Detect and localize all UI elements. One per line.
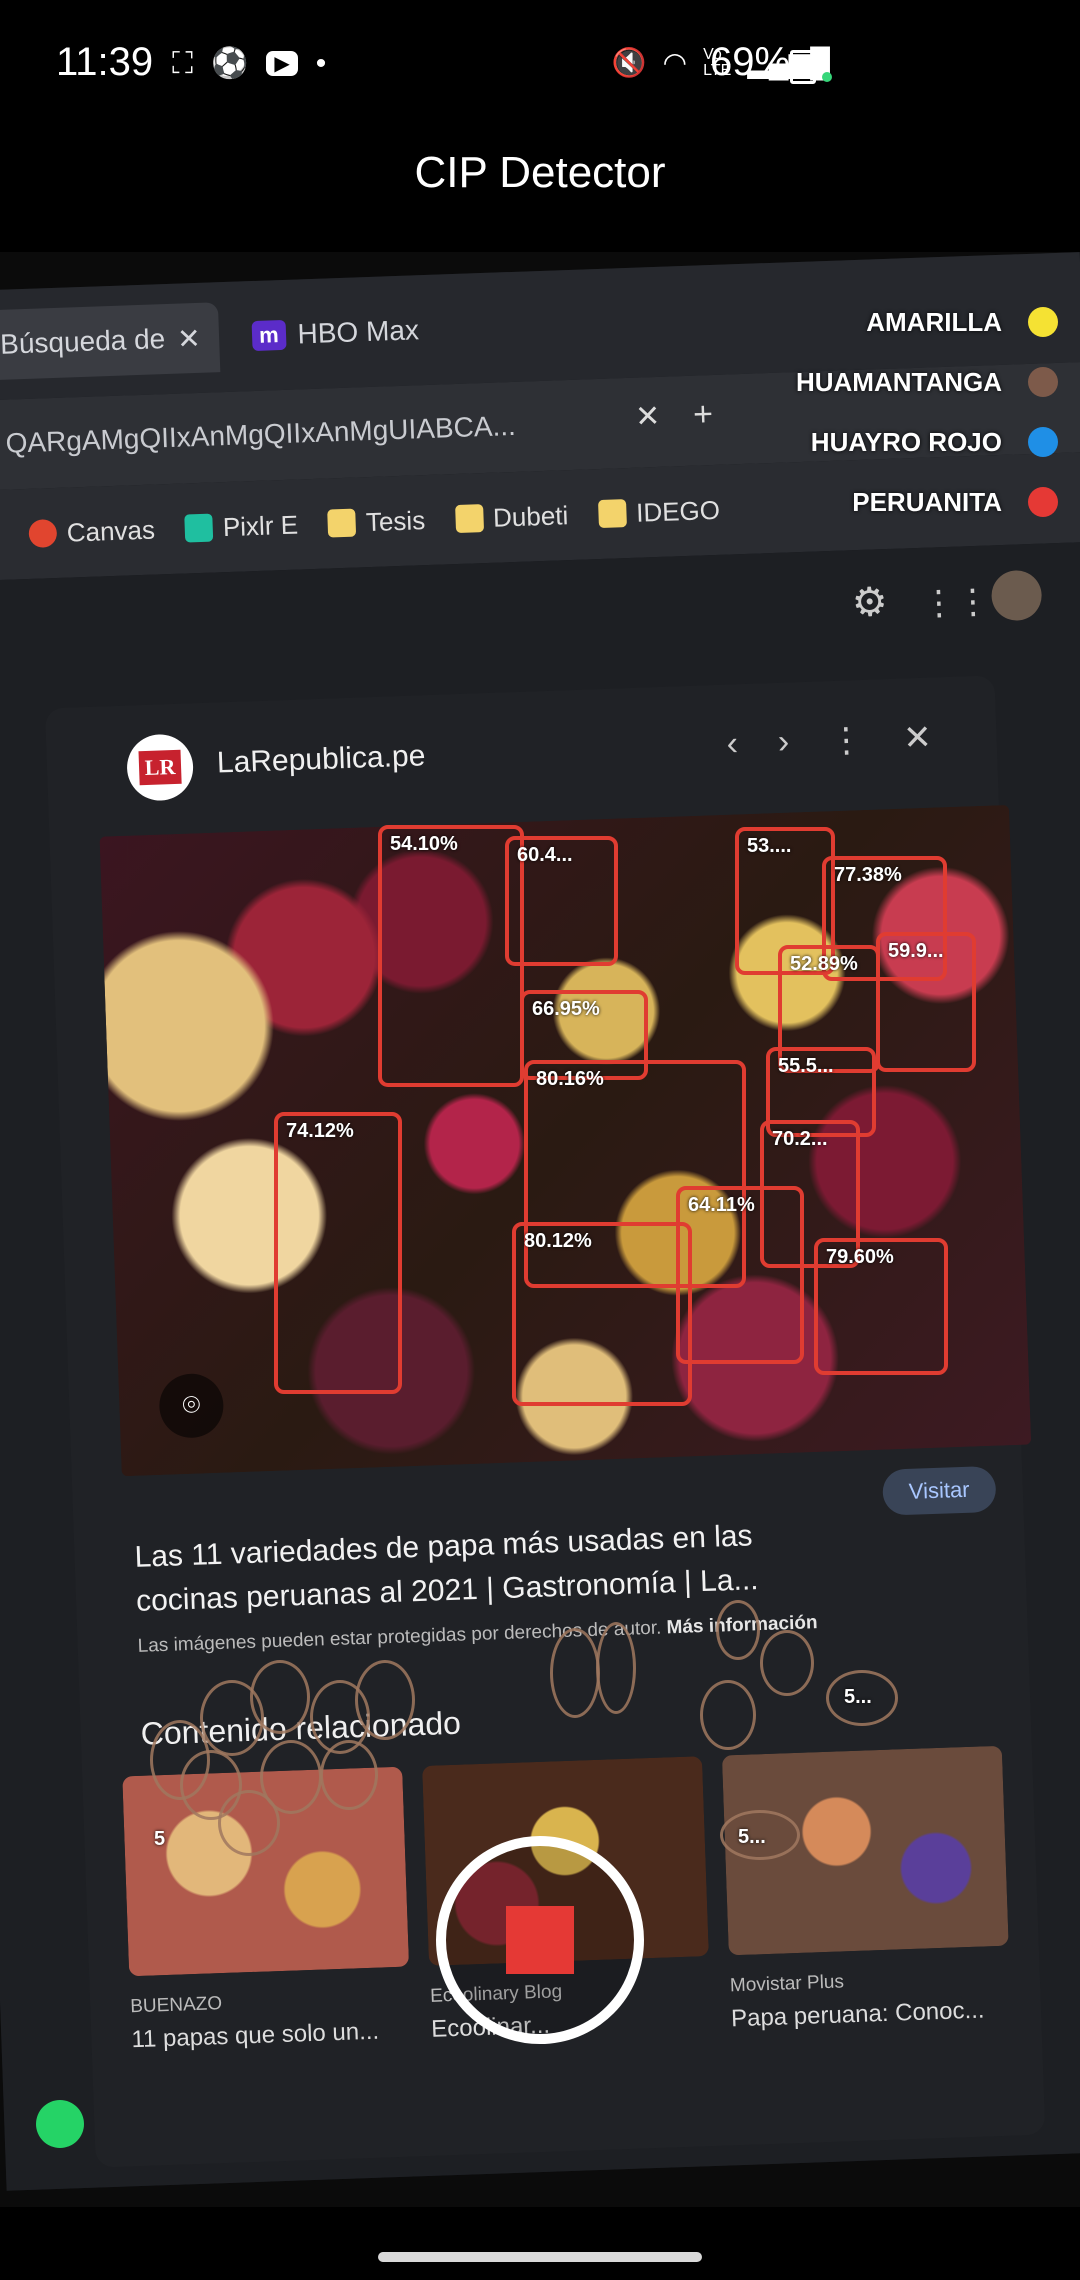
pixlr-icon [184, 513, 214, 543]
apps-grid-icon: ⋮⋮ [921, 582, 991, 623]
result-source: LaRepublica.pe [216, 739, 426, 780]
related-title: Papa peruana: Conoc... [730, 1996, 985, 2033]
lens-icon: ⌾ [158, 1372, 225, 1439]
detection-confidence: 55.5... [778, 1055, 834, 1077]
legend-color-dot [1028, 427, 1058, 457]
legend-item-amarilla: AMARILLA [796, 292, 1058, 352]
bookmark-dubeti: Dubeti [454, 500, 569, 535]
folder-icon [454, 504, 484, 534]
mute-icon: 🔇 [611, 47, 647, 78]
detection-confidence: 80.16% [536, 1068, 604, 1090]
new-tab-icon: + [692, 395, 714, 434]
hbo-icon: m [251, 319, 287, 352]
detection-confidence: 59.9... [888, 940, 944, 962]
legend-item-peruanita: PERUANITA [796, 472, 1058, 532]
battery-icon [790, 50, 816, 84]
detection-ghost [760, 1630, 814, 1696]
detection-confidence: 77.38% [834, 864, 902, 886]
detection-confidence: 60.4... [517, 844, 573, 866]
legend-color-dot [1028, 487, 1058, 517]
chevron-left-icon: ‹ [725, 724, 739, 763]
bookmark-pixlr: Pixlr E [184, 509, 298, 544]
detection-ghost [250, 1660, 310, 1734]
detection-ghost [355, 1660, 415, 1740]
avatar [990, 569, 1043, 622]
dot-icon: • [315, 46, 327, 80]
class-legend: AMARILLA HUAMANTANGA HUAYRO ROJO PERUANI… [796, 292, 1058, 532]
larepublica-logo-icon [125, 733, 195, 802]
detection-ghost [320, 1740, 378, 1810]
more-vert-icon: ⋮ [828, 720, 864, 761]
detection-box: 54.10% [378, 825, 524, 1087]
status-time: 11:39 [56, 40, 154, 84]
detection-ghost [716, 1600, 760, 1660]
detection-box: 79.60% [814, 1238, 948, 1375]
folder-icon [597, 499, 627, 529]
folder-icon [327, 508, 357, 538]
chevron-right-icon: › [777, 722, 790, 761]
tab-busqueda: Búsqueda de ✕ [0, 302, 220, 381]
related-source: BUENAZO [129, 1993, 223, 2018]
detection-confidence: 66.95% [532, 998, 600, 1020]
detection-confidence: 79.60% [826, 1246, 894, 1268]
detection-confidence: 70.2... [772, 1128, 828, 1150]
detection-ghost-label: 5 [154, 1828, 166, 1850]
detection-box: 64.11% [676, 1186, 804, 1364]
canvas-icon [28, 518, 58, 548]
home-indicator[interactable] [378, 2252, 702, 2262]
detection-confidence: 64.11% [688, 1194, 755, 1216]
stop-icon [506, 1906, 574, 1974]
app-title: CIP Detector [414, 148, 666, 197]
detection-ghost [218, 1790, 280, 1856]
bookmark-idego: IDEGO [597, 494, 721, 529]
panel-nav: ‹ › ⋮ ✕ [726, 718, 932, 765]
related-source: Movistar Plus [729, 1971, 845, 1997]
url-text: QARgAMgQIIxAnMgQIIxAnMgUIABCA... [5, 409, 517, 459]
detection-confidence: 74.12% [286, 1120, 354, 1142]
bookmark-tesis: Tesis [327, 505, 426, 539]
detection-ghost [550, 1628, 600, 1718]
detection-confidence: 80.12% [524, 1230, 592, 1252]
detection-ghost-label: 5... [844, 1686, 872, 1708]
detection-box: 80.12% [512, 1222, 692, 1406]
legend-color-dot [1028, 307, 1058, 337]
wifi-icon: ◠ [662, 47, 688, 78]
stop-recording-button[interactable] [436, 1836, 644, 2044]
detection-confidence: 54.10% [390, 833, 458, 855]
detection-ghost-label: 5... [738, 1826, 766, 1848]
detection-box: 74.12% [274, 1112, 402, 1394]
legend-color-dot [1028, 367, 1058, 397]
close-tab-icon: ✕ [176, 322, 202, 355]
legend-item-huayro-rojo: HUAYRO ROJO [796, 412, 1058, 472]
youtube-icon: ▶ [266, 51, 298, 76]
camera-in-use-indicator [822, 72, 832, 82]
screenshot-icon: ⛶ [172, 46, 193, 80]
visit-button: Visitar [882, 1465, 997, 1516]
bookmark-canvas: Canvas [28, 514, 155, 549]
legend-item-huamantanga: HUAMANTANGA [796, 352, 1058, 412]
status-bar: 11:39 ⛶ ⚽ ▶ • 🔇 ◠ Vo LTE ▂▄▆█ 69% [0, 0, 1080, 130]
whatsapp-icon [36, 2100, 84, 2148]
gear-icon: ⚙ [851, 580, 889, 626]
close-icon: ✕ [634, 399, 661, 434]
detection-ghost [700, 1680, 756, 1750]
detection-confidence: 53.... [747, 835, 792, 857]
soccer-ball-icon: ⚽ [211, 47, 249, 80]
detection-box: 60.4... [505, 836, 618, 966]
detection-confidence: 52.89% [790, 953, 858, 975]
detection-box: 59.9... [876, 932, 976, 1072]
battery-percent: 69% [710, 40, 791, 84]
detection-ghost [596, 1622, 636, 1714]
related-title: 11 papas que solo un... [130, 2017, 380, 2054]
close-icon: ✕ [902, 718, 933, 758]
tab-hbo-max: m HBO Max [251, 295, 420, 371]
